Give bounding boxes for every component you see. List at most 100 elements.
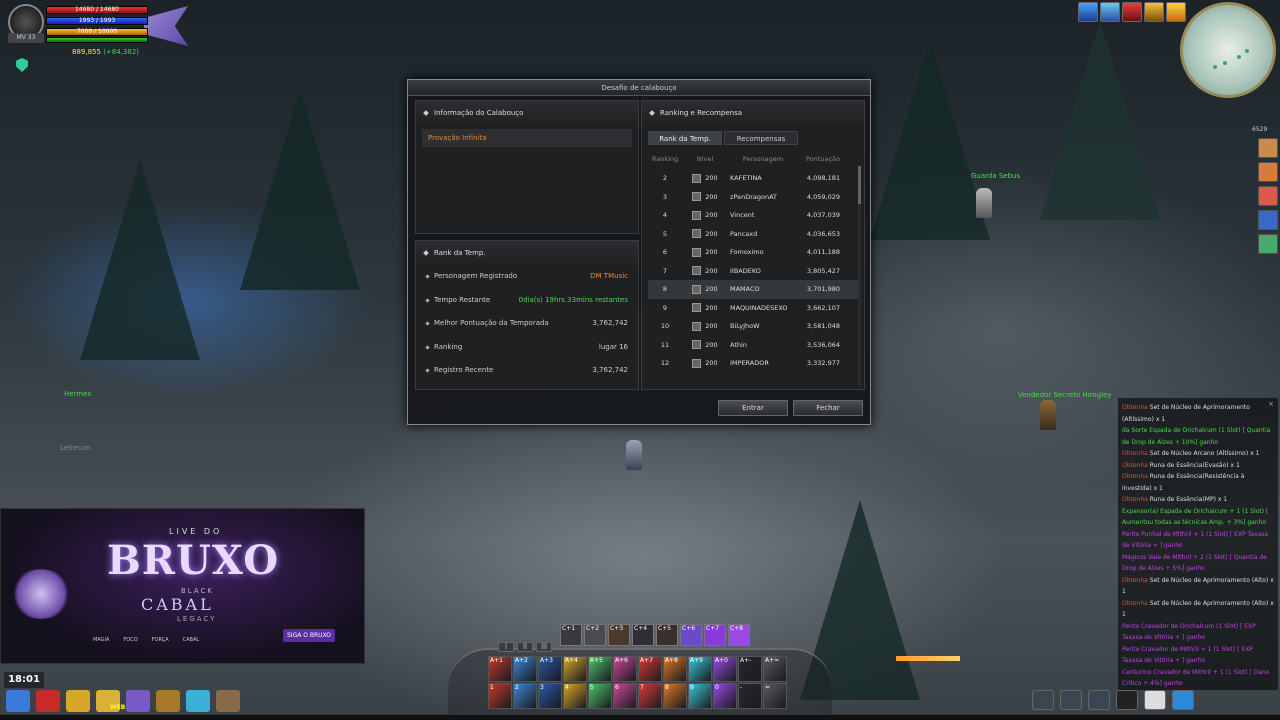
buff-icon[interactable] [1100,2,1120,22]
skill-slot[interactable]: A+8 [663,656,687,682]
shortcut-icon[interactable] [1258,186,1278,206]
skill-slot[interactable]: A+5 [588,656,612,682]
event-menu-icon[interactable] [36,690,60,712]
points-cell: 3,581,048 [806,322,840,331]
quickbar-slot[interactable]: C+5 [656,624,678,646]
npc-name-label[interactable]: Letrecon [60,444,90,452]
skill-slot[interactable]: 3 [538,683,562,709]
buff-icon[interactable] [1166,2,1186,22]
ranking-row[interactable]: 9 200 MAQUINADESEXO 3,662,107 [648,299,858,318]
chat-line: Centurino Cravador de Mithril + 1 (1 Slo… [1122,668,1270,688]
refresh-icon[interactable] [1116,690,1138,710]
quickbar-slot[interactable]: C+4 [632,624,654,646]
ranking-row[interactable]: 3 200 zPenDragonAT 4,059,029 [648,188,858,207]
ranking-row[interactable]: 7 200 IIBADEKO 3,805,427 [648,262,858,281]
ranking-row[interactable]: 6 200 Fomoximo 4,011,188 [648,243,858,262]
skill-slot[interactable]: 8 [663,683,687,709]
ranking-row[interactable]: 4 200 Vincent 4,037,039 [648,206,858,225]
quickbar-slot[interactable]: C+7 [704,624,726,646]
skill-slot[interactable]: A+1 [488,656,512,682]
cabinet-menu-icon[interactable] [216,690,240,712]
tab-rewards[interactable]: Recompensas [724,131,798,145]
mail-icon[interactable] [1144,690,1166,710]
minimap-marker [1213,65,1217,69]
rank-cell: 8 [662,285,668,294]
skill-slot[interactable]: A+3 [538,656,562,682]
npc-name-label[interactable]: Vendedor Secreto Hirogley [1018,391,1112,399]
enter-button[interactable]: Entrar [718,400,788,416]
skill-slot[interactable]: A+9 [688,656,712,682]
ranking-row[interactable]: 10 200 BiLyJhoW 3,581,048 [648,317,858,336]
skill-slot[interactable]: 7 [638,683,662,709]
ranking-row[interactable]: 11 200 Athin 3,536,064 [648,336,858,355]
skill-slot[interactable]: A+2 [513,656,537,682]
skill-slot[interactable]: 6 [613,683,637,709]
next-page-button[interactable]: ||| [536,642,552,652]
lamp-menu-icon[interactable] [66,690,90,712]
npc-name-label[interactable]: Guarda Sebus [971,172,1020,180]
npc-name-label[interactable]: Hermes [64,390,91,398]
dialog-title[interactable]: Desafio de calabouço [408,80,870,96]
skill-slot[interactable]: - [738,683,762,709]
quickbar-slot[interactable]: C+6 [680,624,702,646]
skill-slot[interactable]: A+0 [713,656,737,682]
ranking-row[interactable]: 12 200 IMPERADOR 3,332,977 [648,354,858,371]
rank-cell: 5 [662,229,668,238]
buff-icon[interactable] [1078,2,1098,22]
character-cell: Pancaxd [730,229,758,238]
quickbar-slot[interactable]: C+1 [560,624,582,646]
system-chat-log[interactable]: × Obtenha Set de Núcleo de Aprimoramento… [1118,398,1278,690]
skill-slot[interactable]: 2 [513,683,537,709]
class-icon [692,173,702,183]
character-cell: Vincent [730,211,755,220]
ranking-row[interactable]: 2 200 KAFETINA 4,098,181 [648,169,858,188]
player-character[interactable] [626,440,642,470]
close-icon[interactable]: × [1268,400,1274,408]
buff-icon[interactable] [1122,2,1142,22]
skill-slot[interactable]: 5 [588,683,612,709]
wings-menu-icon[interactable] [6,690,30,712]
buff-icon[interactable] [1144,2,1164,22]
quickbar-slot[interactable]: C+3 [608,624,630,646]
dungeon-list-item[interactable]: Provação Infinita [422,129,632,147]
guild-icon[interactable] [1060,690,1082,710]
skill-slot[interactable]: A+4 [563,656,587,682]
scrollbar-thumb[interactable] [858,166,861,204]
close-button[interactable]: Fechar [793,400,863,416]
skill-slot[interactable]: = [763,683,787,709]
tab-season-rank[interactable]: Rank da Temp. [648,131,722,145]
skill-slot[interactable]: A+= [763,656,787,682]
ranking-scrollbar[interactable] [858,166,861,386]
shield-icon[interactable] [16,58,28,72]
quickbar-slot[interactable]: C+2 [584,624,606,646]
ranking-row[interactable]: 5 200 Pancaxd 4,036,653 [648,225,858,244]
crossed-swords-icon[interactable] [1088,690,1110,710]
skill-slot[interactable]: 9 [688,683,712,709]
shortcut-icon[interactable] [1258,234,1278,254]
class-icon [692,266,702,276]
shortcut-icon[interactable] [1258,162,1278,182]
settings-icon[interactable] [1032,690,1054,710]
skill-slot[interactable]: 0 [713,683,737,709]
pause-button[interactable]: || [517,642,533,652]
overlay-subtitle: BLACK [181,587,215,595]
skill-slot[interactable]: 1 [488,683,512,709]
skill-slot[interactable]: A+6 [613,656,637,682]
shop-menu-icon[interactable] [156,690,180,712]
ranking-row[interactable]: 8 200 MAMACO 3,701,980 [648,280,858,299]
quickbar-slot[interactable]: C+8 [728,624,750,646]
prev-page-button[interactable]: | [498,642,514,652]
level-cell: 200 [682,303,728,313]
npc-character[interactable] [976,188,992,218]
shortcut-icon[interactable] [1258,138,1278,158]
skill-slot[interactable]: 4 [563,683,587,709]
skill-slot[interactable]: A+7 [638,656,662,682]
cube-menu-icon[interactable] [186,690,210,712]
minimap[interactable] [1180,2,1276,98]
xp-bar [46,37,148,43]
skill-slot[interactable]: A+- [738,656,762,682]
npc-character[interactable] [1040,400,1056,430]
shortcut-icon[interactable] [1258,210,1278,230]
emblem-menu-icon[interactable] [126,690,150,712]
gem-icon[interactable] [1172,690,1194,710]
